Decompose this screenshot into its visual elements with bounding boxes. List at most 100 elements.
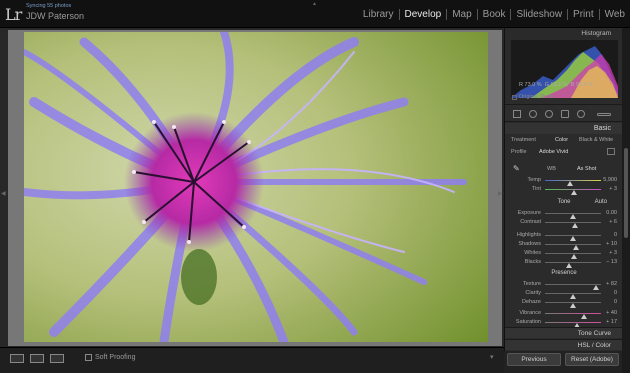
highlights-slider-row: Highlights 0 bbox=[505, 231, 623, 241]
right-panel-arrow-icon[interactable]: ▶ bbox=[498, 190, 503, 197]
contrast-slider-row: Contrast + 6 bbox=[505, 218, 623, 228]
whites-slider[interactable] bbox=[545, 253, 601, 259]
develop-buttons-bar: Previous Reset (Adobe) bbox=[504, 351, 622, 373]
treatment-color-option[interactable]: Color bbox=[555, 137, 568, 143]
eyedropper-icon[interactable]: ✎ bbox=[513, 164, 520, 173]
catalog-name: JDW Paterson bbox=[26, 11, 85, 21]
texture-slider[interactable] bbox=[545, 284, 601, 290]
adjustment-brush-icon[interactable] bbox=[597, 113, 611, 116]
red-eye-icon[interactable] bbox=[545, 110, 553, 118]
histogram-header[interactable]: Histogram bbox=[505, 28, 623, 39]
treatment-bw-option[interactable]: Black & White bbox=[579, 137, 613, 143]
temp-slider-row: Temp 5,900 bbox=[505, 176, 623, 186]
contrast-value[interactable]: + 6 bbox=[609, 219, 617, 225]
module-map[interactable]: Map bbox=[446, 9, 476, 20]
blacks-slider-row: Blacks − 13 bbox=[505, 258, 623, 268]
original-photo-checkbox[interactable] bbox=[512, 94, 517, 100]
dehaze-slider-row: Dehaze 0 bbox=[505, 298, 623, 308]
dehaze-value[interactable]: 0 bbox=[614, 299, 617, 305]
saturation-slider-row: Saturation + 17 bbox=[505, 318, 623, 328]
tone-auto-button[interactable]: Auto bbox=[595, 199, 607, 205]
module-print[interactable]: Print bbox=[567, 9, 599, 20]
clarity-label: Clarity bbox=[525, 290, 541, 296]
histogram-title: Histogram bbox=[581, 30, 611, 37]
before-after-view-icon[interactable] bbox=[30, 354, 44, 363]
texture-value[interactable]: + 82 bbox=[606, 281, 617, 287]
left-panel-arrow-icon[interactable]: ◀ bbox=[1, 190, 6, 197]
clarity-value[interactable]: 0 bbox=[614, 290, 617, 296]
contrast-slider[interactable] bbox=[545, 222, 601, 228]
highlights-slider[interactable] bbox=[545, 235, 601, 241]
previous-button[interactable]: Previous bbox=[507, 353, 561, 366]
panel-scrollbar-thumb[interactable] bbox=[624, 148, 628, 238]
module-develop[interactable]: Develop bbox=[398, 9, 447, 20]
lightroom-logo: Lr bbox=[5, 5, 22, 24]
module-web[interactable]: Web bbox=[598, 9, 630, 20]
white-balance-row: ✎ WB As Shot bbox=[505, 164, 623, 175]
module-library[interactable]: Library bbox=[358, 9, 399, 20]
contrast-slider-handle[interactable] bbox=[571, 223, 578, 228]
soft-proofing-toggle[interactable]: Soft Proofing bbox=[85, 354, 135, 361]
wb-label: WB bbox=[547, 166, 556, 172]
wb-select[interactable]: As Shot bbox=[577, 166, 596, 172]
module-book[interactable]: Book bbox=[476, 9, 511, 20]
temp-slider[interactable] bbox=[545, 180, 601, 186]
tone-section: Tone Auto bbox=[505, 199, 623, 205]
hsl-panel-header[interactable]: HSL / Color bbox=[505, 339, 623, 350]
profile-select[interactable]: Adobe Vivid bbox=[539, 149, 568, 155]
vibrance-value[interactable]: + 40 bbox=[606, 310, 617, 316]
basic-panel-header[interactable]: Basic bbox=[505, 123, 623, 134]
module-picker: Library Develop Map Book Slideshow Print… bbox=[358, 9, 630, 20]
temp-value[interactable]: 5,900 bbox=[603, 177, 617, 183]
highlights-label: Highlights bbox=[516, 232, 541, 238]
graduated-filter-icon[interactable] bbox=[561, 110, 569, 118]
panel-scrollbar[interactable] bbox=[622, 28, 630, 373]
vibrance-slider[interactable] bbox=[545, 313, 601, 319]
soft-proofing-checkbox[interactable] bbox=[85, 354, 92, 361]
tint-value[interactable]: + 3 bbox=[609, 186, 617, 192]
texture-slider-row: Texture + 82 bbox=[505, 280, 623, 290]
dehaze-slider-handle[interactable] bbox=[570, 303, 576, 308]
shadows-slider-row: Shadows + 10 bbox=[505, 240, 623, 250]
collapse-top-arrow-icon[interactable]: ▲ bbox=[312, 1, 317, 7]
profile-browser-icon[interactable] bbox=[607, 148, 615, 155]
toolbar-menu-icon[interactable]: ▾ bbox=[490, 353, 494, 361]
loupe-view-icon[interactable] bbox=[10, 354, 24, 363]
image-canvas bbox=[8, 30, 502, 346]
treatment-label: Treatment bbox=[511, 137, 536, 143]
profile-row: Profile Adobe Vivid bbox=[505, 148, 623, 158]
saturation-value[interactable]: + 17 bbox=[606, 319, 617, 325]
histogram-graph[interactable] bbox=[511, 40, 618, 98]
photo-preview[interactable] bbox=[24, 32, 488, 342]
dehaze-slider[interactable] bbox=[545, 302, 601, 308]
basic-panel-title: Basic bbox=[593, 125, 611, 132]
shadows-value[interactable]: + 10 bbox=[606, 241, 617, 247]
highlights-value[interactable]: 0 bbox=[614, 232, 617, 238]
dehaze-label: Dehaze bbox=[522, 299, 541, 305]
tint-label: Tint bbox=[532, 186, 541, 192]
shadows-slider[interactable] bbox=[545, 244, 601, 250]
sync-status[interactable]: Syncing 55 photos bbox=[26, 3, 71, 9]
exposure-value[interactable]: 0.00 bbox=[606, 210, 617, 216]
original-photo-label: Original Photo bbox=[519, 94, 554, 100]
spot-removal-icon[interactable] bbox=[529, 110, 537, 118]
saturation-slider[interactable] bbox=[545, 322, 601, 328]
module-slideshow[interactable]: Slideshow bbox=[510, 9, 567, 20]
exposure-slider[interactable] bbox=[545, 213, 601, 219]
bottom-toolbar: Soft Proofing ▾ bbox=[0, 347, 504, 373]
blacks-slider-handle[interactable] bbox=[566, 263, 573, 268]
tint-slider[interactable] bbox=[545, 189, 601, 195]
radial-filter-icon[interactable] bbox=[577, 110, 585, 118]
presence-label: Presence bbox=[551, 270, 577, 276]
crop-tool-icon[interactable] bbox=[513, 110, 521, 118]
whites-value[interactable]: + 3 bbox=[609, 250, 617, 256]
blacks-value[interactable]: − 13 bbox=[606, 259, 617, 265]
compare-view-icon[interactable] bbox=[50, 354, 64, 363]
tint-slider-handle[interactable] bbox=[571, 190, 578, 195]
tone-curve-panel-header[interactable]: Tone Curve bbox=[505, 327, 623, 338]
reset-button[interactable]: Reset (Adobe) bbox=[565, 353, 619, 366]
original-photo-toggle[interactable]: Original Photo bbox=[512, 94, 554, 100]
contrast-label: Contrast bbox=[520, 219, 541, 225]
blacks-slider[interactable] bbox=[545, 262, 601, 268]
clarity-slider[interactable] bbox=[545, 293, 601, 299]
